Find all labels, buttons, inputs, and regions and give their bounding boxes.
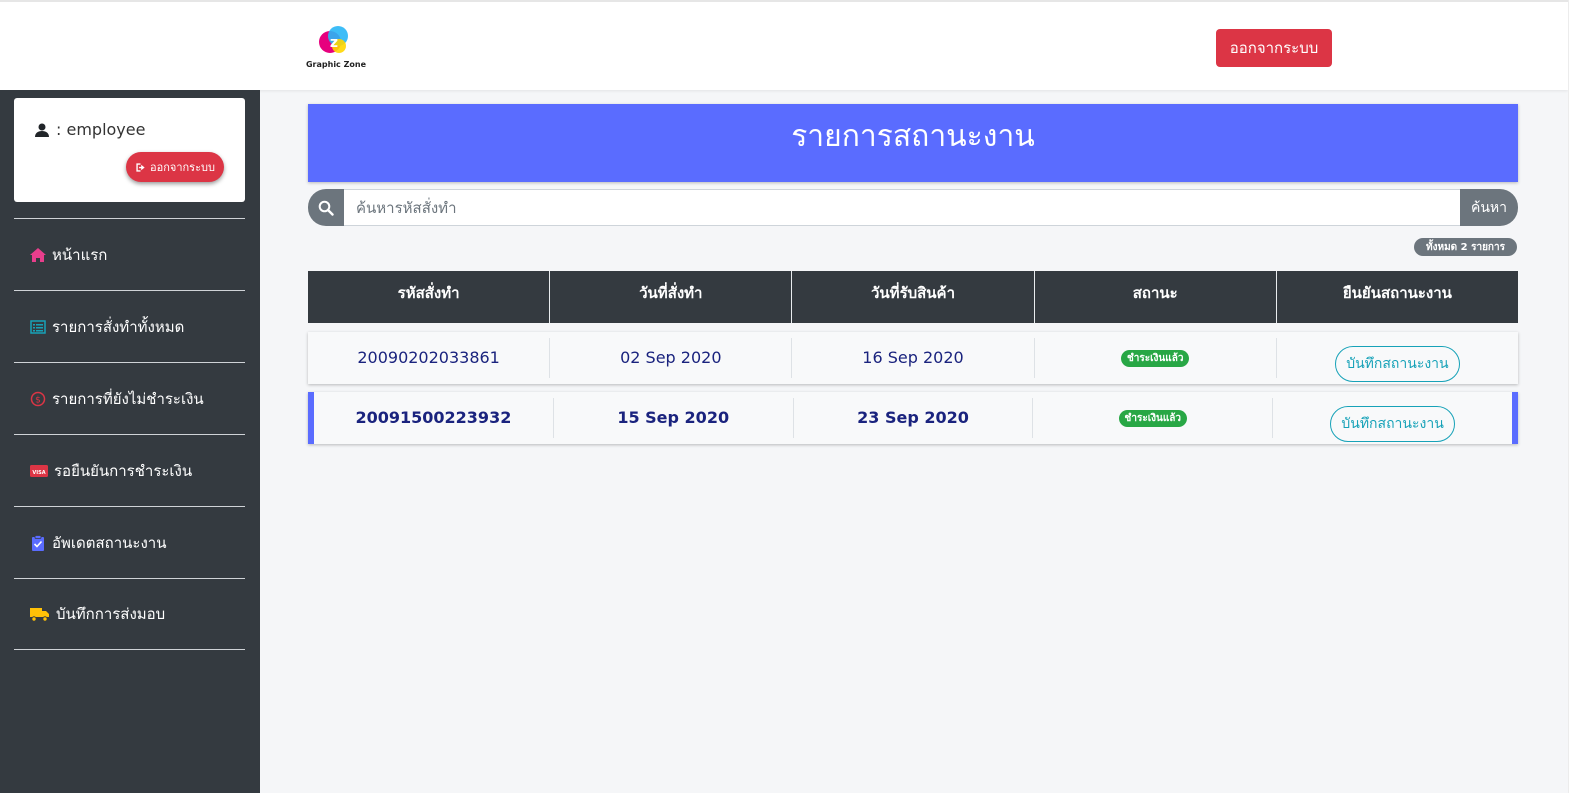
search-bar: ค้นหา — [308, 189, 1518, 226]
user-icon — [35, 123, 49, 137]
brand-name: Graphic Zone — [305, 60, 367, 69]
action-cell: บันทึกสถานะงาน — [1273, 398, 1512, 442]
sidebar-item-awaiting-payment[interactable]: VISA รอยืนยันการชำระเงิน — [14, 434, 245, 506]
sidebar-item-all-orders[interactable]: รายการสั่งทำทั้งหมด — [14, 290, 245, 362]
column-header: สถานะ — [1035, 271, 1277, 323]
sidebar-item-home[interactable]: หน้าแรก — [14, 218, 245, 290]
logo-mark-icon: z — [319, 26, 348, 53]
sidebar-item-delivery[interactable]: บันทึกการส่งมอบ — [14, 578, 245, 650]
svg-text:VISA: VISA — [32, 470, 45, 476]
card-icon: VISA — [30, 464, 48, 477]
receive-date-cell: 23 Sep 2020 — [794, 398, 1034, 438]
action-cell: บันทึกสถานะงาน — [1277, 338, 1518, 382]
order-id-cell: 20090202033861 — [308, 338, 551, 378]
list-icon — [30, 319, 46, 334]
total-count-badge: ทั้งหมด 2 รายการ — [1414, 238, 1517, 256]
topbar-logout-button[interactable]: ออกจากระบบ — [1216, 29, 1332, 67]
status-badge: ชำระเงินแล้ว — [1118, 410, 1188, 427]
column-header: วันที่สั่งทำ — [550, 271, 793, 323]
sidebar: : employee ออกจากระบบ หน้าแรก รายการสั่ง… — [0, 90, 260, 793]
sidebar-item-label: รายการที่ยังไม่ชำระเงิน — [52, 389, 204, 408]
sidebar-item-label: อัพเดตสถานะงาน — [52, 533, 167, 552]
status-cell: ชำระเงินแล้ว — [1033, 398, 1274, 438]
order-date-cell: 15 Sep 2020 — [554, 398, 794, 438]
sidebar-item-label: รายการสั่งทำทั้งหมด — [52, 317, 185, 336]
search-button[interactable]: ค้นหา — [1460, 189, 1518, 226]
username-label: : employee — [56, 120, 146, 139]
search-icon-wrap — [308, 189, 344, 226]
table-row[interactable]: 20091500223932 15 Sep 2020 23 Sep 2020 ช… — [308, 392, 1518, 444]
order-id-cell: 20091500223932 — [314, 398, 554, 438]
column-header: ยืนยันสถานะงาน — [1342, 284, 1452, 302]
top-navbar: z Graphic Zone ออกจากระบบ — [0, 0, 1568, 90]
table-row[interactable]: 20090202033861 02 Sep 2020 16 Sep 2020 ช… — [308, 332, 1518, 384]
search-icon — [318, 200, 334, 216]
sidebar-item-unpaid[interactable]: $ รายการที่ยังไม่ชำระเงิน — [14, 362, 245, 434]
money-icon: $ — [30, 391, 46, 406]
user-info: : employee — [34, 120, 145, 139]
user-card: : employee ออกจากระบบ — [14, 98, 245, 202]
sidebar-item-label: หน้าแรก — [52, 245, 108, 264]
status-badge: ชำระเงินแล้ว — [1120, 350, 1190, 367]
sidebar-logout-button[interactable]: ออกจากระบบ — [126, 152, 224, 182]
clipboard-check-icon — [32, 534, 44, 551]
sidebar-item-update-status[interactable]: อัพเดตสถานะงาน — [14, 506, 245, 578]
truck-icon — [30, 607, 49, 622]
table-header: รหัสสั่งทำ วันที่สั่งทำ วันที่รับสินค้า … — [308, 271, 1518, 323]
page-title: รายการสถานะงาน — [791, 118, 1035, 154]
sidebar-nav: หน้าแรก รายการสั่งทำทั้งหมด $ รายการที่ย… — [14, 218, 245, 650]
save-status-button[interactable]: บันทึกสถานะงาน — [1335, 346, 1460, 382]
sidebar-item-label: บันทึกการส่งมอบ — [56, 605, 166, 623]
column-header: รหัสสั่งทำ — [308, 271, 551, 323]
status-cell: ชำระเงินแล้ว — [1035, 338, 1277, 378]
sidebar-item-label: รอยืนยันการชำระเงิน — [54, 461, 193, 480]
svg-text:z: z — [330, 35, 338, 51]
svg-text:$: $ — [35, 395, 41, 405]
order-date-cell: 02 Sep 2020 — [550, 338, 793, 378]
column-header: วันที่รับสินค้า — [792, 271, 1035, 323]
page-title-banner: รายการสถานะงาน — [308, 104, 1518, 182]
search-input[interactable] — [344, 189, 1460, 226]
receive-date-cell: 16 Sep 2020 — [792, 338, 1035, 378]
brand-logo[interactable]: z Graphic Zone — [305, 24, 367, 72]
page-scrollbar[interactable] — [1568, 0, 1585, 793]
sign-out-icon — [136, 162, 145, 172]
save-status-button[interactable]: บันทึกสถานะงาน — [1330, 406, 1455, 442]
sidebar-logout-label: ออกจากระบบ — [150, 161, 215, 174]
home-icon — [30, 247, 46, 262]
